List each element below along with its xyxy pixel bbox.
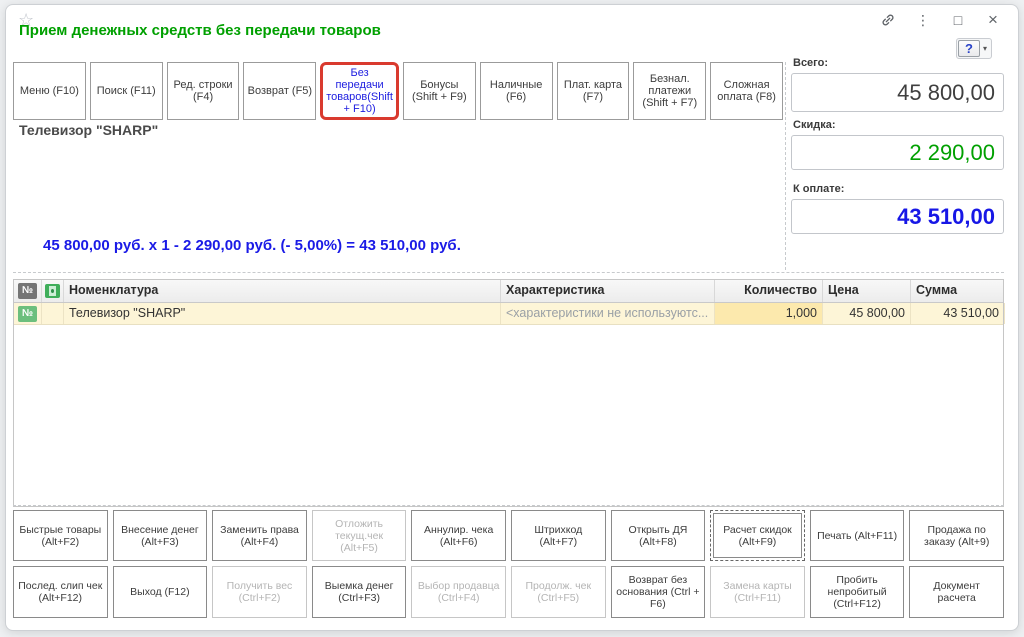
continue-receipt-button: Продолж. чек (Ctrl+F5) xyxy=(511,566,606,618)
total-label: Всего: xyxy=(793,57,828,69)
table-splitter xyxy=(13,272,1004,273)
search-button[interactable]: Поиск (F11) xyxy=(90,62,163,120)
row-number-cell: № xyxy=(14,303,42,324)
header-price: Цена xyxy=(823,280,911,302)
maximize-icon[interactable]: □ xyxy=(949,11,967,29)
help-button[interactable]: ? ▾ xyxy=(956,38,992,59)
menu-button[interactable]: Меню (F10) xyxy=(13,62,86,120)
amount-due-label: К оплате: xyxy=(793,183,844,195)
row-characteristic: <характеристики не используютс... xyxy=(501,303,715,324)
help-caret-icon[interactable]: ▾ xyxy=(980,44,990,53)
discount-field: 2 290,00 xyxy=(791,135,1004,170)
print-button[interactable]: Печать (Alt+F11) xyxy=(810,510,905,561)
card-replacement-button: Замена карты (Ctrl+F11) xyxy=(710,566,805,618)
header-item-type xyxy=(42,280,64,302)
return-without-reason-button[interactable]: Возврат без основания (Ctrl + F6) xyxy=(611,566,706,618)
quick-goods-button[interactable]: Быстрые товары (Alt+F2) xyxy=(13,510,108,561)
titlebar-icons: ⋮ □ × xyxy=(879,11,1002,29)
cashless-payments-button[interactable]: Безнал. платежи (Shift + F7) xyxy=(633,62,706,120)
sale-by-order-button[interactable]: Продажа по заказу (Alt+9) xyxy=(909,510,1004,561)
bonuses-button[interactable]: Бонусы (Shift + F9) xyxy=(403,62,476,120)
barcode-button[interactable]: Штрихкод (Alt+F7) xyxy=(511,510,606,561)
get-weight-button: Получить вес (Ctrl+F2) xyxy=(212,566,307,618)
close-icon[interactable]: × xyxy=(984,11,1002,29)
row-nomenclature: Телевизор "SHARP" xyxy=(64,303,501,324)
header-sum: Сумма xyxy=(911,280,1005,302)
complex-payment-button[interactable]: Сложная оплата (F8) xyxy=(710,62,783,120)
select-seller-button: Выбор продавца (Ctrl+F4) xyxy=(411,566,506,618)
row-number-header-icon: № xyxy=(18,283,37,299)
header-nomenclature: Номенклатура xyxy=(64,280,501,302)
discount-calculation-button[interactable]: Расчет скидок (Alt+F9) xyxy=(710,510,805,561)
return-button[interactable]: Возврат (F5) xyxy=(243,62,316,120)
money-icon xyxy=(45,284,60,298)
current-product-name: Телевизор "SHARP" xyxy=(19,122,158,138)
total-field: 45 800,00 xyxy=(791,73,1004,112)
table-row[interactable]: № Телевизор "SHARP" <характеристики не и… xyxy=(14,303,1003,325)
change-rights-button[interactable]: Заменить права (Alt+F4) xyxy=(212,510,307,561)
toolbar-totals-splitter xyxy=(785,62,786,270)
more-icon[interactable]: ⋮ xyxy=(914,11,932,29)
page-title: Прием денежных средств без передачи това… xyxy=(19,22,381,39)
row-price: 45 800,00 xyxy=(823,303,911,324)
bottom-actions-grid: Быстрые товары (Alt+F2) Внесение денег (… xyxy=(13,510,1004,618)
price-calculation-line: 45 800,00 руб. x 1 - 2 290,00 руб. (- 5,… xyxy=(43,237,461,254)
cash-withdrawal-button[interactable]: Выемка денег (Ctrl+F3) xyxy=(312,566,407,618)
link-icon[interactable] xyxy=(879,11,897,29)
payment-card-button[interactable]: Плат. карта (F7) xyxy=(557,62,630,120)
row-quantity: 1,000 xyxy=(715,303,823,324)
last-slip-receipt-button[interactable]: Послед. слип чек (Alt+F12) xyxy=(13,566,108,618)
top-toolbar: Меню (F10) Поиск (F11) Ред. строки (F4) … xyxy=(13,62,783,113)
discount-label: Скидка: xyxy=(793,119,835,131)
pos-window: ☆ ⋮ □ × Прием денежных средств без перед… xyxy=(5,4,1019,631)
header-quantity: Количество xyxy=(715,280,823,302)
actions-splitter xyxy=(13,505,1004,506)
cash-deposit-button[interactable]: Внесение денег (Alt+F3) xyxy=(113,510,208,561)
amount-due-field: 43 510,00 xyxy=(791,199,1004,234)
open-drawer-button[interactable]: Открыть ДЯ (Alt+F8) xyxy=(611,510,706,561)
row-sum: 43 510,00 xyxy=(911,303,1005,324)
void-receipt-button[interactable]: Аннулир. чека (Alt+F6) xyxy=(411,510,506,561)
row-number-badge: № xyxy=(18,306,37,322)
edit-row-button[interactable]: Ред. строки (F4) xyxy=(167,62,240,120)
items-table: № Номенклатура Характеристика Количество… xyxy=(13,279,1004,507)
punch-unpunched-button[interactable]: Пробить непробитый (Ctrl+F12) xyxy=(810,566,905,618)
header-characteristic: Характеристика xyxy=(501,280,715,302)
table-header-row: № Номенклатура Характеристика Количество… xyxy=(14,280,1003,303)
hold-receipt-button: Отложить текущ.чек (Alt+F5) xyxy=(312,510,407,561)
without-goods-transfer-button[interactable]: Без передачи товаров(Shift + F10) xyxy=(320,62,399,120)
row-item-type-cell xyxy=(42,303,64,324)
help-icon[interactable]: ? xyxy=(958,40,980,57)
exit-button[interactable]: Выход (F12) xyxy=(113,566,208,618)
cash-button[interactable]: Наличные (F6) xyxy=(480,62,553,120)
header-row-number: № xyxy=(14,280,42,302)
settlement-document-button[interactable]: Документ расчета xyxy=(909,566,1004,618)
